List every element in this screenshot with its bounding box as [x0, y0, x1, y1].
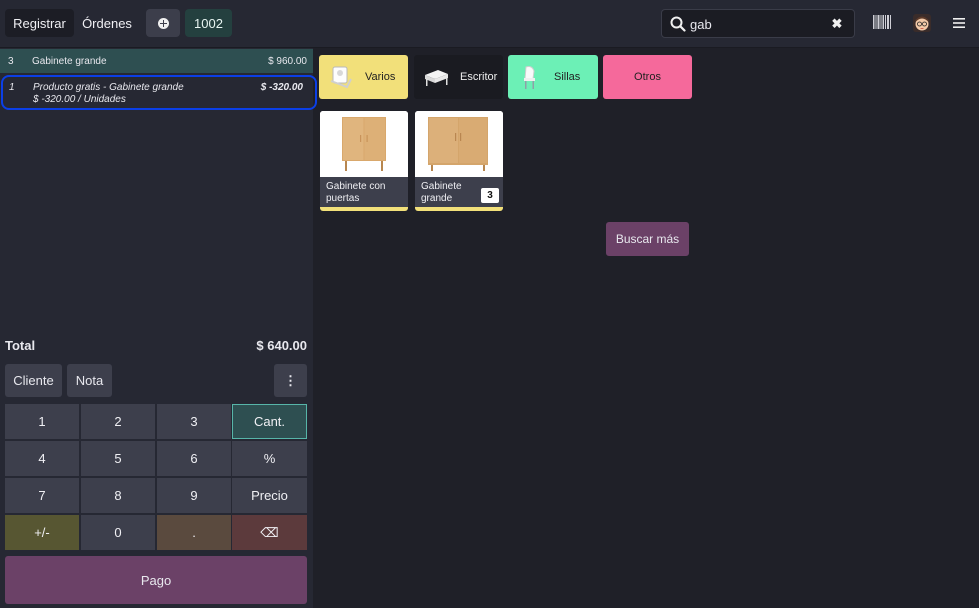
price-mode-button[interactable]: Precio [232, 478, 307, 513]
sign-toggle-button[interactable]: +/- [5, 515, 79, 550]
numpad-key-9[interactable]: 9 [157, 478, 231, 513]
numpad: 1 2 3 Cant. 4 5 6 % 7 8 9 Precio +/- 0 .… [5, 404, 307, 550]
category-label: Otros [634, 71, 661, 83]
product-card[interactable]: Gabinete grande 3 [415, 111, 503, 211]
menu-icon[interactable] [953, 17, 965, 29]
category-label: Escritor [460, 71, 498, 83]
chair-category-icon [524, 66, 535, 89]
total-value: $ 640.00 [256, 338, 307, 353]
backspace-icon: ⌫ [260, 524, 279, 540]
product-name: Gabinete grande [421, 181, 462, 204]
line-price: $ 960.00 [268, 56, 307, 67]
line-qty: 1 [9, 82, 15, 93]
numpad-key-3[interactable]: 3 [157, 404, 231, 439]
line-unit-price: $ -320.00 / Unidades [33, 94, 126, 105]
misc-category-icon [330, 66, 352, 89]
line-name: Producto gratis - Gabinete grande [33, 82, 184, 93]
search-box: ✖ [661, 9, 855, 38]
more-options-button[interactable]: ⋮ [274, 364, 307, 397]
discount-mode-button[interactable]: % [232, 441, 307, 476]
order-lines: 3 Gabinete grande $ 960.00 1 Producto gr… [0, 48, 317, 334]
category-escritorio[interactable]: Escritor [414, 55, 503, 99]
numpad-key-2[interactable]: 2 [81, 404, 155, 439]
payment-button[interactable]: Pago [5, 556, 307, 604]
numpad-key-8[interactable]: 8 [81, 478, 155, 513]
nota-button[interactable]: Nota [67, 364, 112, 397]
product-name: Gabinete con puertas [326, 181, 386, 204]
numpad-key-4[interactable]: 4 [5, 441, 79, 476]
search-input[interactable] [690, 14, 820, 34]
product-image [320, 111, 408, 177]
backspace-button[interactable]: ⌫ [232, 515, 307, 550]
product-image [415, 111, 503, 177]
numpad-key-5[interactable]: 5 [81, 441, 155, 476]
cliente-button[interactable]: Cliente [5, 364, 62, 397]
line-name: Gabinete grande [32, 56, 107, 67]
category-label: Sillas [554, 71, 581, 83]
barcode-icon[interactable] [873, 15, 891, 29]
plus-icon [157, 17, 169, 29]
top-bar: Registrar Órdenes 1002 ✖ [0, 0, 979, 48]
order-line-selected[interactable]: 1 Producto gratis - Gabinete grande $ -3… [1, 75, 317, 110]
cantidad-mode-button[interactable]: Cant. [232, 404, 307, 439]
tab-registrar[interactable]: Registrar [5, 9, 74, 37]
avatar[interactable] [913, 14, 931, 32]
current-order-button[interactable]: 1002 [185, 9, 232, 37]
decimal-point-button[interactable]: . [157, 515, 231, 550]
product-card[interactable]: Gabinete con puertas [320, 111, 408, 211]
category-otros[interactable]: Otros [603, 55, 692, 99]
order-line[interactable]: 3 Gabinete grande $ 960.00 [0, 49, 313, 73]
search-icon [670, 16, 686, 32]
numpad-key-0[interactable]: 0 [81, 515, 155, 550]
numpad-key-7[interactable]: 7 [5, 478, 79, 513]
numpad-key-6[interactable]: 6 [157, 441, 231, 476]
desk-category-icon [425, 70, 448, 86]
numpad-key-1[interactable]: 1 [5, 404, 79, 439]
product-qty-badge: 3 [481, 188, 499, 203]
line-price: $ -320.00 [260, 82, 303, 93]
order-panel: 3 Gabinete grande $ 960.00 1 Producto gr… [0, 48, 317, 608]
tab-ordenes[interactable]: Órdenes [78, 9, 136, 37]
clear-icon[interactable]: ✖ [830, 14, 844, 34]
category-varios[interactable]: Varios [319, 55, 408, 99]
new-order-button[interactable] [146, 9, 180, 37]
buscar-mas-button[interactable]: Buscar más [606, 222, 689, 256]
category-sillas[interactable]: Sillas [508, 55, 598, 99]
total-label: Total [5, 338, 36, 353]
category-label: Varios [365, 71, 396, 83]
line-qty: 3 [8, 56, 14, 67]
